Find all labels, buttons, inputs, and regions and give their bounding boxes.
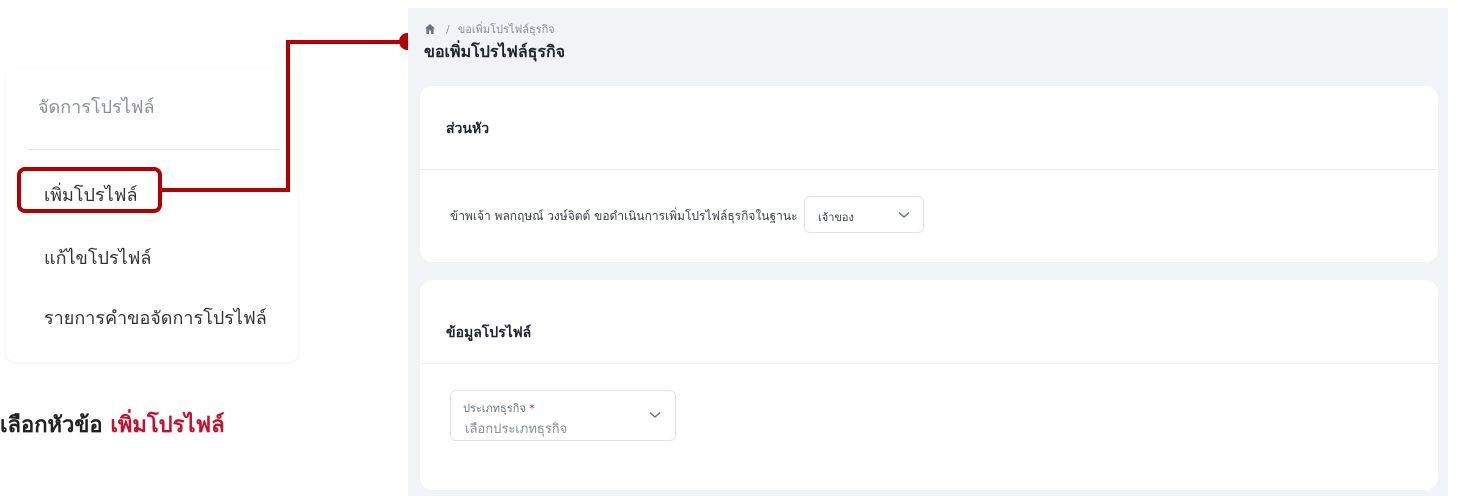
role-selected-value: เจ้าของ bbox=[818, 211, 854, 224]
applicant-statement: ข้าพเจ้า พลกฤษณ์ วงษ์จิตต์ ขอดำเนินการเพ… bbox=[450, 209, 798, 223]
menu-item-edit-profile[interactable]: แก้ไขโปรไฟล์ bbox=[44, 243, 151, 272]
caption-prefix: เลือกหัวข้อ bbox=[0, 413, 111, 438]
home-icon[interactable] bbox=[424, 23, 436, 35]
section-divider bbox=[420, 363, 1438, 364]
chevron-down-icon bbox=[898, 211, 910, 218]
business-type-placeholder: เลือกประเภทธุรกิจ bbox=[465, 422, 568, 437]
menu-item-profile-requests[interactable]: รายการคำขอจัดการโปรไฟล์ bbox=[44, 303, 267, 332]
role-select[interactable]: เจ้าของ bbox=[804, 196, 924, 233]
section-title: ส่วนหัว bbox=[446, 121, 490, 137]
profile-menu-title: จัดการโปรไฟล์ bbox=[38, 97, 155, 118]
business-type-select[interactable]: ประเภทธุรกิจ * เลือกประเภทธุรกิจ bbox=[450, 390, 676, 441]
instruction-caption: เลือกหัวข้อ เพิ่มโปรไฟล์ bbox=[0, 407, 225, 442]
page-title: ขอเพิ่มโปรไฟล์ธุรกิจ bbox=[424, 42, 566, 61]
section-title: ข้อมูลโปรไฟล์ bbox=[446, 325, 532, 341]
chevron-down-icon bbox=[649, 411, 661, 418]
breadcrumb-current: ขอเพิ่มโปรไฟล์ธุรกิจ bbox=[457, 23, 555, 36]
required-mark: * bbox=[529, 402, 535, 415]
callout-line bbox=[286, 40, 408, 44]
section-divider bbox=[420, 169, 1438, 170]
header-section-card: ส่วนหัว ข้าพเจ้า พลกฤษณ์ วงษ์จิตต์ ขอดำเ… bbox=[420, 86, 1438, 262]
breadcrumb-separator: / bbox=[446, 22, 450, 36]
callout-line bbox=[286, 40, 290, 192]
menu-divider bbox=[28, 149, 280, 150]
highlight-box bbox=[17, 167, 162, 213]
business-type-label: ประเภทธุรกิจ * bbox=[463, 402, 535, 415]
callout-line bbox=[162, 188, 290, 192]
profile-info-card: ข้อมูลโปรไฟล์ ประเภทธุรกิจ * เลือกประเภท… bbox=[420, 280, 1438, 490]
caption-highlight: เพิ่มโปรไฟล์ bbox=[110, 413, 225, 438]
breadcrumb: / ขอเพิ่มโปรไฟล์ธุรกิจ bbox=[424, 20, 555, 38]
